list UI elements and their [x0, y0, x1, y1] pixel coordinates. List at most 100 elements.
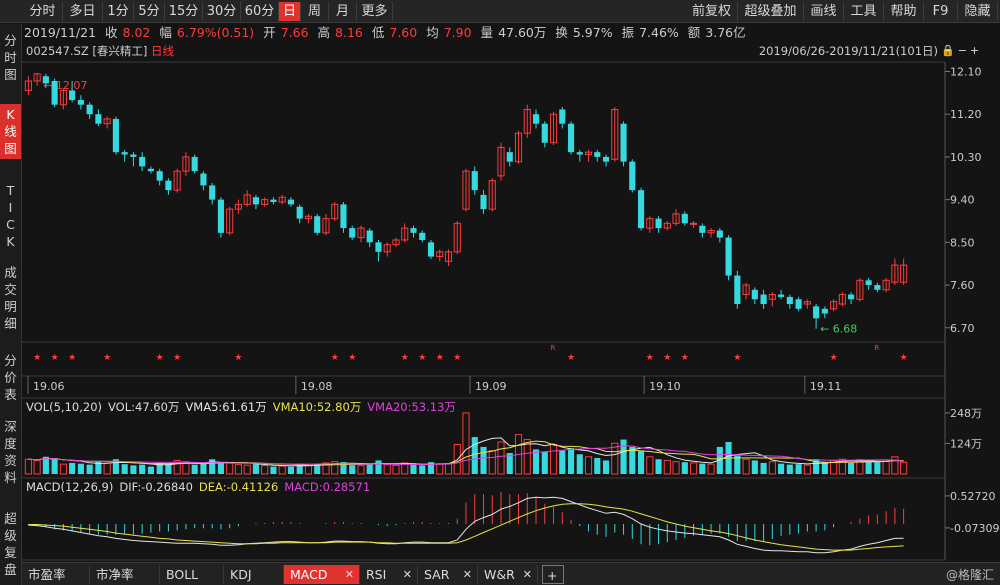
indicator-tab-6[interactable]: SAR ✕ [418, 565, 478, 584]
open-value: 7.66 [280, 25, 309, 40]
volume-bar [655, 459, 662, 474]
vol-tick-label: 124万 [950, 437, 982, 450]
volume-bar [401, 462, 409, 475]
volume-bar [900, 461, 908, 475]
candle-body [506, 152, 513, 162]
candle-body [672, 213, 680, 224]
high-annotation: ← 12.07 [43, 79, 87, 92]
close-icon[interactable]: ✕ [403, 565, 412, 584]
tool-button-0[interactable]: 前复权 [686, 2, 738, 21]
kline-chart[interactable]: 12.1011.2010.309.408.507.606.70 19.06 19.… [0, 0, 1000, 562]
side-tab-1[interactable]: K线图 [0, 104, 21, 159]
signal-star: ★ [900, 353, 908, 363]
volume-bar [419, 465, 426, 474]
minus-icon[interactable]: − [958, 44, 967, 57]
volume-bar [576, 454, 583, 474]
tool-button-5[interactable]: F9 [924, 2, 958, 21]
side-tab-6[interactable]: 超级复盘 [0, 508, 21, 580]
volume-bar [121, 464, 128, 474]
period-tab-3[interactable]: 5分 [134, 2, 165, 21]
volume-bar [848, 462, 855, 474]
candle-body [751, 289, 758, 300]
volume-bar [514, 434, 523, 475]
volume-bar [646, 456, 654, 475]
candle-body [86, 104, 93, 115]
candle-body [130, 154, 137, 157]
signal-star: ★ [348, 353, 356, 363]
side-tab-3[interactable]: 成交明细 [0, 262, 21, 334]
tool-button-3[interactable]: 工具 [844, 2, 884, 21]
close-icon[interactable]: ✕ [523, 565, 532, 584]
period-tab-6[interactable]: 60分 [241, 2, 279, 21]
volume-bar [33, 459, 41, 475]
indicator-tab-4[interactable]: MACD ✕ [284, 565, 360, 584]
candle-body [830, 301, 838, 310]
volume-bar [734, 455, 741, 474]
candle-body [690, 222, 698, 225]
candle-body [760, 294, 767, 305]
volume-bar [278, 465, 286, 475]
period-tab-4[interactable]: 15分 [165, 2, 203, 21]
candle-body [252, 197, 260, 205]
lock-icon[interactable]: 🔒 [941, 44, 955, 57]
signal-star: ★ [234, 353, 242, 363]
volume-bar [139, 464, 146, 474]
period-tab-1[interactable]: 多日 [63, 2, 103, 21]
vma-line [28, 440, 904, 466]
candle-body [103, 118, 111, 125]
volume-bar [838, 458, 846, 475]
side-tab-5[interactable]: 深度资料 [0, 416, 21, 488]
period-tab-7[interactable]: 日 [279, 2, 301, 21]
indicator-tab-7[interactable]: W&R ✕ [478, 565, 538, 584]
candle-body [444, 251, 453, 262]
volume-bar [663, 459, 671, 475]
indicator-tab-1[interactable]: 市净率 [90, 565, 160, 584]
volume-bar [322, 462, 330, 475]
tool-button-4[interactable]: 帮助 [884, 2, 924, 21]
candle-body [453, 222, 461, 253]
period-tab-9[interactable]: 月 [329, 2, 357, 21]
volume-bar [856, 459, 864, 475]
add-indicator-button[interactable]: + [542, 565, 564, 584]
indicator-tab-2[interactable]: BOLL [160, 565, 224, 584]
close-icon[interactable]: ✕ [345, 565, 354, 584]
period-tab-0[interactable]: 分时 [23, 2, 63, 21]
date-tick-label: 19.06 [33, 380, 65, 393]
dea-value: DEA:-0.41126 [198, 480, 279, 494]
side-tab-2[interactable]: TICK [0, 180, 21, 252]
period-tab-8[interactable]: 周 [301, 2, 329, 21]
dif-value: DIF:-0.26840 [119, 480, 193, 494]
indicator-tab-5[interactable]: RSI ✕ [360, 565, 418, 584]
candle-body [778, 294, 785, 297]
side-tab-0[interactable]: 分时图 [0, 30, 21, 85]
indicator-tab-0[interactable]: 市盈率 [22, 565, 90, 584]
volume-bar [86, 464, 93, 474]
volume-bar [95, 461, 102, 474]
candle-body [314, 216, 321, 233]
side-tab-4[interactable]: 分价表 [0, 350, 21, 405]
candle-body [419, 232, 426, 240]
volume-bar [340, 462, 347, 474]
candle-body [24, 80, 32, 91]
r-marker: R [551, 344, 556, 352]
tool-button-6[interactable]: 隐藏 [958, 2, 998, 21]
volume-bar [768, 461, 776, 475]
tool-button-2[interactable]: 画线 [804, 2, 844, 21]
tool-button-1[interactable]: 超级叠加 [738, 2, 804, 21]
period-tab-5[interactable]: 30分 [203, 2, 241, 21]
candle-body [497, 146, 505, 177]
period-label: 日线 [151, 44, 175, 58]
period-tab-10[interactable]: 更多 [357, 2, 393, 21]
indicator-tab-label: 市盈率 [28, 567, 66, 582]
plus-icon[interactable]: + [970, 44, 979, 57]
vma-line [28, 445, 904, 465]
indicator-tab-3[interactable]: KDJ [224, 565, 284, 584]
close-icon[interactable]: ✕ [463, 565, 472, 584]
period-tab-2[interactable]: 1分 [103, 2, 134, 21]
signal-star: ★ [646, 353, 654, 363]
candle-body [549, 113, 558, 144]
volume-bar [209, 459, 216, 474]
range-controls[interactable]: 🔒 − + [941, 44, 979, 57]
macd-tick-label: -0.07309 [950, 522, 999, 535]
candle-body [541, 123, 548, 143]
